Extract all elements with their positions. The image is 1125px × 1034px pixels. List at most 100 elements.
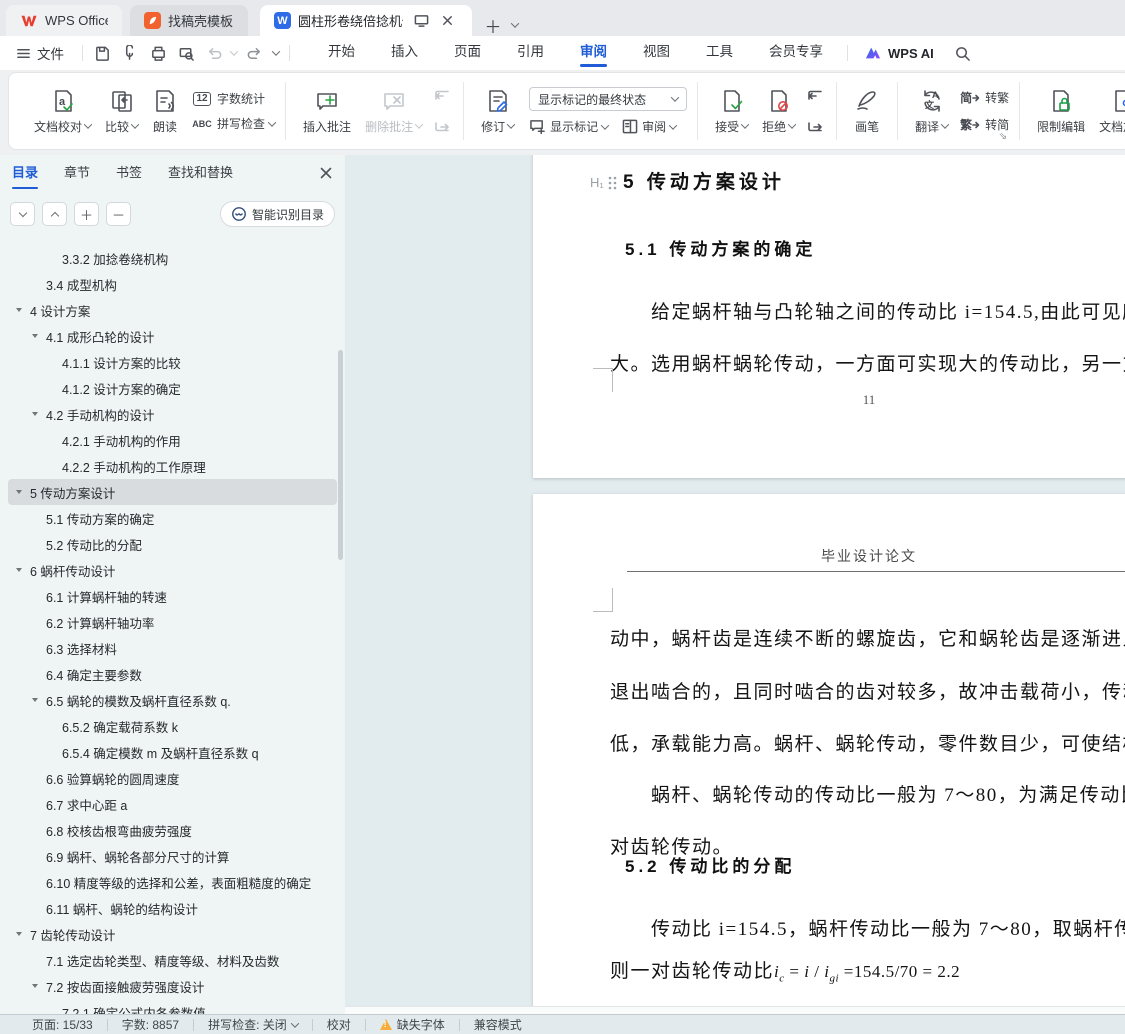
caret-down-icon[interactable] [32, 698, 38, 702]
doc-proof-button[interactable]: a 文档校对 [27, 86, 98, 137]
collapse-heading-button[interactable] [10, 202, 35, 226]
horizontal-scrollbar[interactable] [345, 1006, 1125, 1014]
menu-tab-视图[interactable]: 视图 [625, 36, 688, 70]
previous-comment-icon[interactable] [431, 88, 453, 106]
outline-item[interactable]: 4 设计方案 [8, 297, 337, 323]
sidebar-scrollbar[interactable] [338, 350, 343, 560]
delete-comment-button[interactable]: 删除批注 [358, 86, 429, 137]
outline-item[interactable]: 4.1.1 设计方案的比较 [8, 349, 337, 375]
outline-item[interactable]: 4.2.1 手动机构的作用 [8, 427, 337, 453]
drag-handle-icon[interactable] [608, 176, 617, 190]
outline-item[interactable]: 5 传动方案设计 [8, 479, 337, 505]
to-traditional-button[interactable]: 简 转繁 [959, 89, 1009, 107]
insert-comment-button[interactable]: 插入批注 [296, 86, 358, 137]
next-comment-icon[interactable] [431, 116, 453, 134]
menu-tab-引用[interactable]: 引用 [499, 36, 562, 70]
document-page-12[interactable]: 毕业设计论文 动中，蜗杆齿是连续不断的螺旋齿，它和蜗轮齿是逐渐进入 退出啮合的，… [533, 494, 1125, 1014]
status-missing-font[interactable]: 缺失字体 [366, 1016, 459, 1033]
wps-ai-button[interactable]: WPS AI [864, 45, 934, 61]
status-word-count[interactable]: 字数: 8857 [108, 1016, 193, 1033]
pen-button[interactable]: 画笔 [847, 86, 887, 137]
tab-list-chevron-icon[interactable] [504, 14, 526, 36]
markup-state-select[interactable]: 显示标记的最终状态 [529, 87, 688, 111]
translate-button[interactable]: A文 翻译 [908, 86, 955, 137]
tab-wps-office[interactable]: WPS Office [6, 5, 122, 36]
outline-item[interactable]: 4.1.2 设计方案的确定 [8, 375, 337, 401]
outline-item[interactable]: 6.3 选择材料 [8, 635, 337, 661]
outline-item[interactable]: 5.1 传动方案的确定 [8, 505, 337, 531]
new-tab-button[interactable]: ＋ [482, 14, 504, 37]
file-menu-button[interactable]: 文件 [0, 43, 76, 63]
outline-item[interactable]: 3.4 成型机构 [8, 271, 337, 297]
collapse-all-button[interactable]: － [106, 202, 131, 226]
status-spellcheck[interactable]: 拼写检查: 关闭 [194, 1016, 312, 1033]
undo-icon[interactable] [201, 41, 227, 65]
compare-button[interactable]: 比较 [98, 86, 145, 137]
outline-item[interactable]: 4.1 成形凸轮的设计 [8, 323, 337, 349]
outline-item[interactable]: 6.10 精度等级的选择和公差，表面粗糙度的确定 [8, 869, 337, 895]
status-compat-mode[interactable]: 兼容模式 [460, 1016, 536, 1033]
expand-heading-button[interactable] [42, 202, 67, 226]
tab-template-site[interactable]: 找稿壳模板 [130, 5, 248, 36]
outline-item[interactable]: 7.1 选定齿轮类型、精度等级、材料及齿数 [8, 947, 337, 973]
caret-down-icon[interactable] [32, 984, 38, 988]
format-painter-icon[interactable] [117, 41, 143, 65]
group-expand-icon[interactable]: ⇘ [999, 131, 1007, 142]
outline-item[interactable]: 6.2 计算蜗杆轴功率 [8, 609, 337, 635]
read-aloud-button[interactable]: 朗读 [145, 86, 185, 137]
search-icon[interactable] [950, 41, 976, 65]
print-preview-icon[interactable] [173, 41, 199, 65]
outline-item[interactable]: 6.6 验算蜗轮的圆周速度 [8, 765, 337, 791]
menu-tab-页面[interactable]: 页面 [436, 36, 499, 70]
word-count-button[interactable]: 12 字数统计 [191, 90, 275, 108]
restrict-edit-button[interactable]: 限制编辑 [1030, 86, 1092, 137]
next-change-icon[interactable] [804, 116, 826, 134]
outline-item[interactable]: 7 齿轮传动设计 [8, 921, 337, 947]
spell-check-button[interactable]: ABC 拼写检查 [191, 115, 277, 133]
outline-item[interactable]: 6.4 确定主要参数 [8, 661, 337, 687]
outline-item[interactable]: 6.5 蜗轮的模数及蜗杆直径系数 q. [8, 687, 337, 713]
expand-all-button[interactable]: ＋ [74, 202, 99, 226]
menu-tab-审阅[interactable]: 审阅 [562, 36, 625, 70]
undo-chevron-icon[interactable] [229, 47, 239, 56]
outline-item[interactable]: 6.5.4 确定模数 m 及蜗杆直径系数 q [8, 739, 337, 765]
menu-tab-插入[interactable]: 插入 [373, 36, 436, 70]
document-canvas[interactable]: H₁ 5 传动方案设计 5.1 传动方案的确定 给定蜗杆轴与凸轮轴之间的传动比 … [345, 155, 1125, 1014]
outline-item[interactable]: 7.2 按齿面接触疲劳强度设计 [8, 973, 337, 999]
tab-document[interactable]: W 圆柱形卷绕倍捻机传动机构机 [260, 5, 472, 36]
show-markup-button[interactable]: 显示标记 [529, 118, 610, 135]
outline-item[interactable]: 4.2.2 手动机构的工作原理 [8, 453, 337, 479]
heading-level-marker[interactable]: H₁ [590, 175, 617, 190]
caret-down-icon[interactable] [16, 932, 22, 936]
outline-item[interactable]: 4.2 手动机构的设计 [8, 401, 337, 427]
menu-tab-会员专享[interactable]: 会员专享 [751, 36, 841, 70]
caret-down-icon[interactable] [32, 412, 38, 416]
redo-chevron-icon[interactable] [271, 47, 281, 56]
redo-icon[interactable] [241, 41, 267, 65]
menu-tab-工具[interactable]: 工具 [688, 36, 751, 70]
track-changes-button[interactable]: 修订 [474, 86, 521, 137]
accept-button[interactable]: 接受 [708, 86, 755, 137]
menu-tab-开始[interactable]: 开始 [310, 36, 373, 70]
status-proof[interactable]: 校对 [313, 1016, 365, 1033]
save-icon[interactable] [89, 41, 115, 65]
outline-item[interactable]: 3.3.2 加捻卷绕机构 [8, 245, 337, 271]
sidebar-tab-bookmarks[interactable]: 书签 [116, 155, 142, 193]
close-sidebar-icon[interactable] [319, 166, 333, 183]
outline-item[interactable]: 6.8 校核齿根弯曲疲劳强度 [8, 817, 337, 843]
caret-down-icon[interactable] [16, 568, 22, 572]
share-screen-icon[interactable] [410, 10, 432, 32]
outline-item[interactable]: 6 蜗杆传动设计 [8, 557, 337, 583]
caret-down-icon[interactable] [16, 308, 22, 312]
outline-item[interactable]: 7.2.1 确定公式内各参数值 [8, 999, 337, 1015]
encrypt-button[interactable]: 文档加密 [1092, 86, 1125, 137]
smart-catalog-button[interactable]: 智能识别目录 [219, 201, 335, 227]
sidebar-tab-catalog[interactable]: 目录 [12, 155, 39, 193]
caret-down-icon[interactable] [16, 490, 22, 494]
outline-item[interactable]: 6.9 蜗杆、蜗轮各部分尺寸的计算 [8, 843, 337, 869]
print-icon[interactable] [145, 41, 171, 65]
outline-item[interactable]: 6.1 计算蜗杆轴的转速 [8, 583, 337, 609]
sidebar-tab-find-replace[interactable]: 查找和替换 [168, 155, 233, 193]
outline-item[interactable]: 6.11 蜗杆、蜗轮的结构设计 [8, 895, 337, 921]
outline-item[interactable]: 6.5.2 确定载荷系数 k [8, 713, 337, 739]
